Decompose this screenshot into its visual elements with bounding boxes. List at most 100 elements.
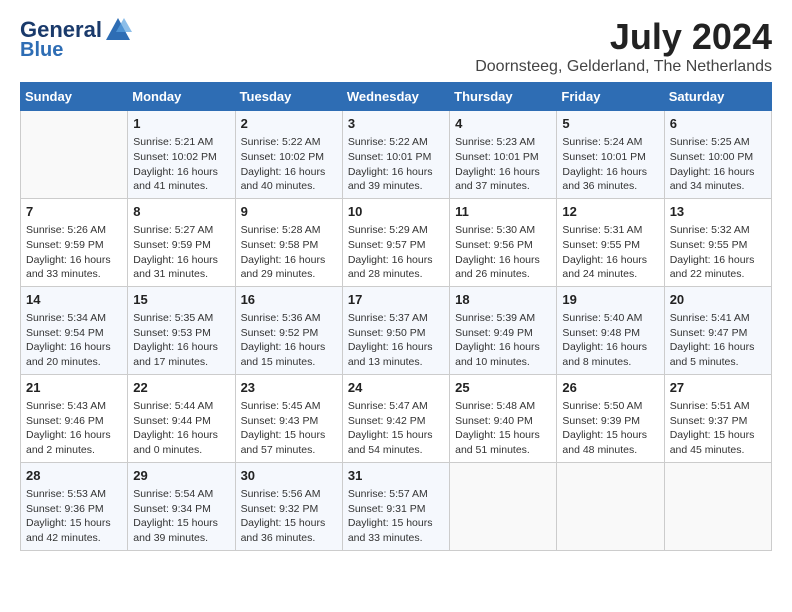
week-row-1: 1Sunrise: 5:21 AM Sunset: 10:02 PM Dayli… xyxy=(21,111,772,199)
header-wednesday: Wednesday xyxy=(342,83,449,111)
cell-content: Sunrise: 5:31 AM Sunset: 9:55 PM Dayligh… xyxy=(562,223,658,282)
cell-content: Sunrise: 5:22 AM Sunset: 10:01 PM Daylig… xyxy=(348,135,444,194)
calendar-cell: 25 Sunrise: 5:48 AM Sunset: 9:40 PM Dayli… xyxy=(450,374,557,462)
calendar-cell: 4 Sunrise: 5:23 AM Sunset: 10:01 PM Dayli… xyxy=(450,111,557,199)
cell-content: Sunrise: 5:23 AM Sunset: 10:01 PM Daylig… xyxy=(455,135,551,194)
day-number: 10 xyxy=(348,203,444,221)
day-number: 12 xyxy=(562,203,658,221)
day-number: 20 xyxy=(670,291,766,309)
header-sunday: Sunday xyxy=(21,83,128,111)
cell-content: Sunrise: 5:41 AM Sunset: 9:47 PM Dayligh… xyxy=(670,311,766,370)
logo-general: General xyxy=(20,19,102,41)
logo: General Blue xyxy=(20,16,132,60)
calendar-cell: 24Sunrise: 5:47 AM Sunset: 9:42 PM Dayli… xyxy=(342,374,449,462)
day-number: 25 xyxy=(455,379,551,397)
cell-content: Sunrise: 5:30 AM Sunset: 9:56 PM Dayligh… xyxy=(455,223,551,282)
cell-content: Sunrise: 5:36 AM Sunset: 9:52 PM Dayligh… xyxy=(241,311,337,370)
calendar-cell: 16 Sunrise: 5:36 AM Sunset: 9:52 PM Dayli… xyxy=(235,286,342,374)
cell-content: Sunrise: 5:27 AM Sunset: 9:59 PM Dayligh… xyxy=(133,223,229,282)
day-number: 17 xyxy=(348,291,444,309)
header-saturday: Saturday xyxy=(664,83,771,111)
cell-content: Sunrise: 5:24 AM Sunset: 10:01 PM Daylig… xyxy=(562,135,658,194)
day-number: 22 xyxy=(133,379,229,397)
day-number: 24 xyxy=(348,379,444,397)
header-thursday: Thursday xyxy=(450,83,557,111)
calendar-cell: 9Sunrise: 5:28 AM Sunset: 9:58 PM Daylig… xyxy=(235,198,342,286)
calendar-cell: 5 Sunrise: 5:24 AM Sunset: 10:01 PM Dayli… xyxy=(557,111,664,199)
calendar-cell xyxy=(21,111,128,199)
calendar-cell: 6Sunrise: 5:25 AM Sunset: 10:00 PM Dayli… xyxy=(664,111,771,199)
day-number: 13 xyxy=(670,203,766,221)
day-number: 29 xyxy=(133,467,229,485)
day-number: 4 xyxy=(455,115,551,133)
calendar-cell: 1Sunrise: 5:21 AM Sunset: 10:02 PM Dayli… xyxy=(128,111,235,199)
subtitle: Doornsteeg, Gelderland, The Netherlands xyxy=(475,58,772,76)
calendar-cell: 12 Sunrise: 5:31 AM Sunset: 9:55 PM Dayli… xyxy=(557,198,664,286)
day-number: 16 xyxy=(241,291,337,309)
day-number: 18 xyxy=(455,291,551,309)
calendar-cell xyxy=(557,462,664,550)
cell-content: Sunrise: 5:43 AM Sunset: 9:46 PM Dayligh… xyxy=(26,399,122,458)
header-tuesday: Tuesday xyxy=(235,83,342,111)
day-number: 26 xyxy=(562,379,658,397)
calendar-cell: 17 Sunrise: 5:37 AM Sunset: 9:50 PM Dayli… xyxy=(342,286,449,374)
cell-content: Sunrise: 5:57 AM Sunset: 9:31 PM Dayligh… xyxy=(348,487,444,546)
cell-content: Sunrise: 5:45 AM Sunset: 9:43 PM Dayligh… xyxy=(241,399,337,458)
calendar-cell: 14 Sunrise: 5:34 AM Sunset: 9:54 PM Dayli… xyxy=(21,286,128,374)
calendar-cell: 30Sunrise: 5:56 AM Sunset: 9:32 PM Dayli… xyxy=(235,462,342,550)
cell-content: Sunrise: 5:51 AM Sunset: 9:37 PM Dayligh… xyxy=(670,399,766,458)
header-monday: Monday xyxy=(128,83,235,111)
day-number: 6 xyxy=(670,115,766,133)
calendar-cell: 26Sunrise: 5:50 AM Sunset: 9:39 PM Dayli… xyxy=(557,374,664,462)
cell-content: Sunrise: 5:26 AM Sunset: 9:59 PM Dayligh… xyxy=(26,223,122,282)
cell-content: Sunrise: 5:34 AM Sunset: 9:54 PM Dayligh… xyxy=(26,311,122,370)
cell-content: Sunrise: 5:56 AM Sunset: 9:32 PM Dayligh… xyxy=(241,487,337,546)
calendar-cell: 20 Sunrise: 5:41 AM Sunset: 9:47 PM Dayli… xyxy=(664,286,771,374)
cell-content: Sunrise: 5:37 AM Sunset: 9:50 PM Dayligh… xyxy=(348,311,444,370)
calendar-cell: 23 Sunrise: 5:45 AM Sunset: 9:43 PM Dayli… xyxy=(235,374,342,462)
cell-content: Sunrise: 5:35 AM Sunset: 9:53 PM Dayligh… xyxy=(133,311,229,370)
day-number: 1 xyxy=(133,115,229,133)
calendar-cell: 19 Sunrise: 5:40 AM Sunset: 9:48 PM Dayli… xyxy=(557,286,664,374)
cell-content: Sunrise: 5:44 AM Sunset: 9:44 PM Dayligh… xyxy=(133,399,229,458)
header-friday: Friday xyxy=(557,83,664,111)
day-number: 23 xyxy=(241,379,337,397)
week-row-2: 7 Sunrise: 5:26 AM Sunset: 9:59 PM Daylig… xyxy=(21,198,772,286)
calendar-cell xyxy=(664,462,771,550)
week-row-4: 21 Sunrise: 5:43 AM Sunset: 9:46 PM Dayli… xyxy=(21,374,772,462)
day-number: 11 xyxy=(455,203,551,221)
cell-content: Sunrise: 5:48 AM Sunset: 9:40 PM Dayligh… xyxy=(455,399,551,458)
day-number: 14 xyxy=(26,291,122,309)
calendar-cell: 15Sunrise: 5:35 AM Sunset: 9:53 PM Dayli… xyxy=(128,286,235,374)
cell-content: Sunrise: 5:53 AM Sunset: 9:36 PM Dayligh… xyxy=(26,487,122,546)
calendar-cell: 18Sunrise: 5:39 AM Sunset: 9:49 PM Dayli… xyxy=(450,286,557,374)
day-number: 31 xyxy=(348,467,444,485)
cell-content: Sunrise: 5:40 AM Sunset: 9:48 PM Dayligh… xyxy=(562,311,658,370)
day-number: 21 xyxy=(26,379,122,397)
calendar-cell: 3Sunrise: 5:22 AM Sunset: 10:01 PM Dayli… xyxy=(342,111,449,199)
cell-content: Sunrise: 5:22 AM Sunset: 10:02 PM Daylig… xyxy=(241,135,337,194)
calendar-cell: 28 Sunrise: 5:53 AM Sunset: 9:36 PM Dayli… xyxy=(21,462,128,550)
day-number: 7 xyxy=(26,203,122,221)
header-row: SundayMondayTuesdayWednesdayThursdayFrid… xyxy=(21,83,772,111)
calendar-cell: 21 Sunrise: 5:43 AM Sunset: 9:46 PM Dayli… xyxy=(21,374,128,462)
logo-icon xyxy=(104,16,132,44)
calendar-cell: 2 Sunrise: 5:22 AM Sunset: 10:02 PM Dayli… xyxy=(235,111,342,199)
day-number: 19 xyxy=(562,291,658,309)
calendar-cell: 29 Sunrise: 5:54 AM Sunset: 9:34 PM Dayli… xyxy=(128,462,235,550)
page-header: General Blue July 2024 Doornsteeg, Gelde… xyxy=(20,16,772,76)
cell-content: Sunrise: 5:54 AM Sunset: 9:34 PM Dayligh… xyxy=(133,487,229,546)
main-title: July 2024 xyxy=(475,16,772,58)
day-number: 28 xyxy=(26,467,122,485)
day-number: 8 xyxy=(133,203,229,221)
day-number: 27 xyxy=(670,379,766,397)
day-number: 2 xyxy=(241,115,337,133)
day-number: 5 xyxy=(562,115,658,133)
week-row-5: 28 Sunrise: 5:53 AM Sunset: 9:36 PM Dayli… xyxy=(21,462,772,550)
week-row-3: 14 Sunrise: 5:34 AM Sunset: 9:54 PM Dayli… xyxy=(21,286,772,374)
calendar-cell: 11 Sunrise: 5:30 AM Sunset: 9:56 PM Dayli… xyxy=(450,198,557,286)
logo-blue: Blue xyxy=(20,40,63,60)
cell-content: Sunrise: 5:28 AM Sunset: 9:58 PM Dayligh… xyxy=(241,223,337,282)
calendar-cell: 13Sunrise: 5:32 AM Sunset: 9:55 PM Dayli… xyxy=(664,198,771,286)
title-block: July 2024 Doornsteeg, Gelderland, The Ne… xyxy=(475,16,772,76)
